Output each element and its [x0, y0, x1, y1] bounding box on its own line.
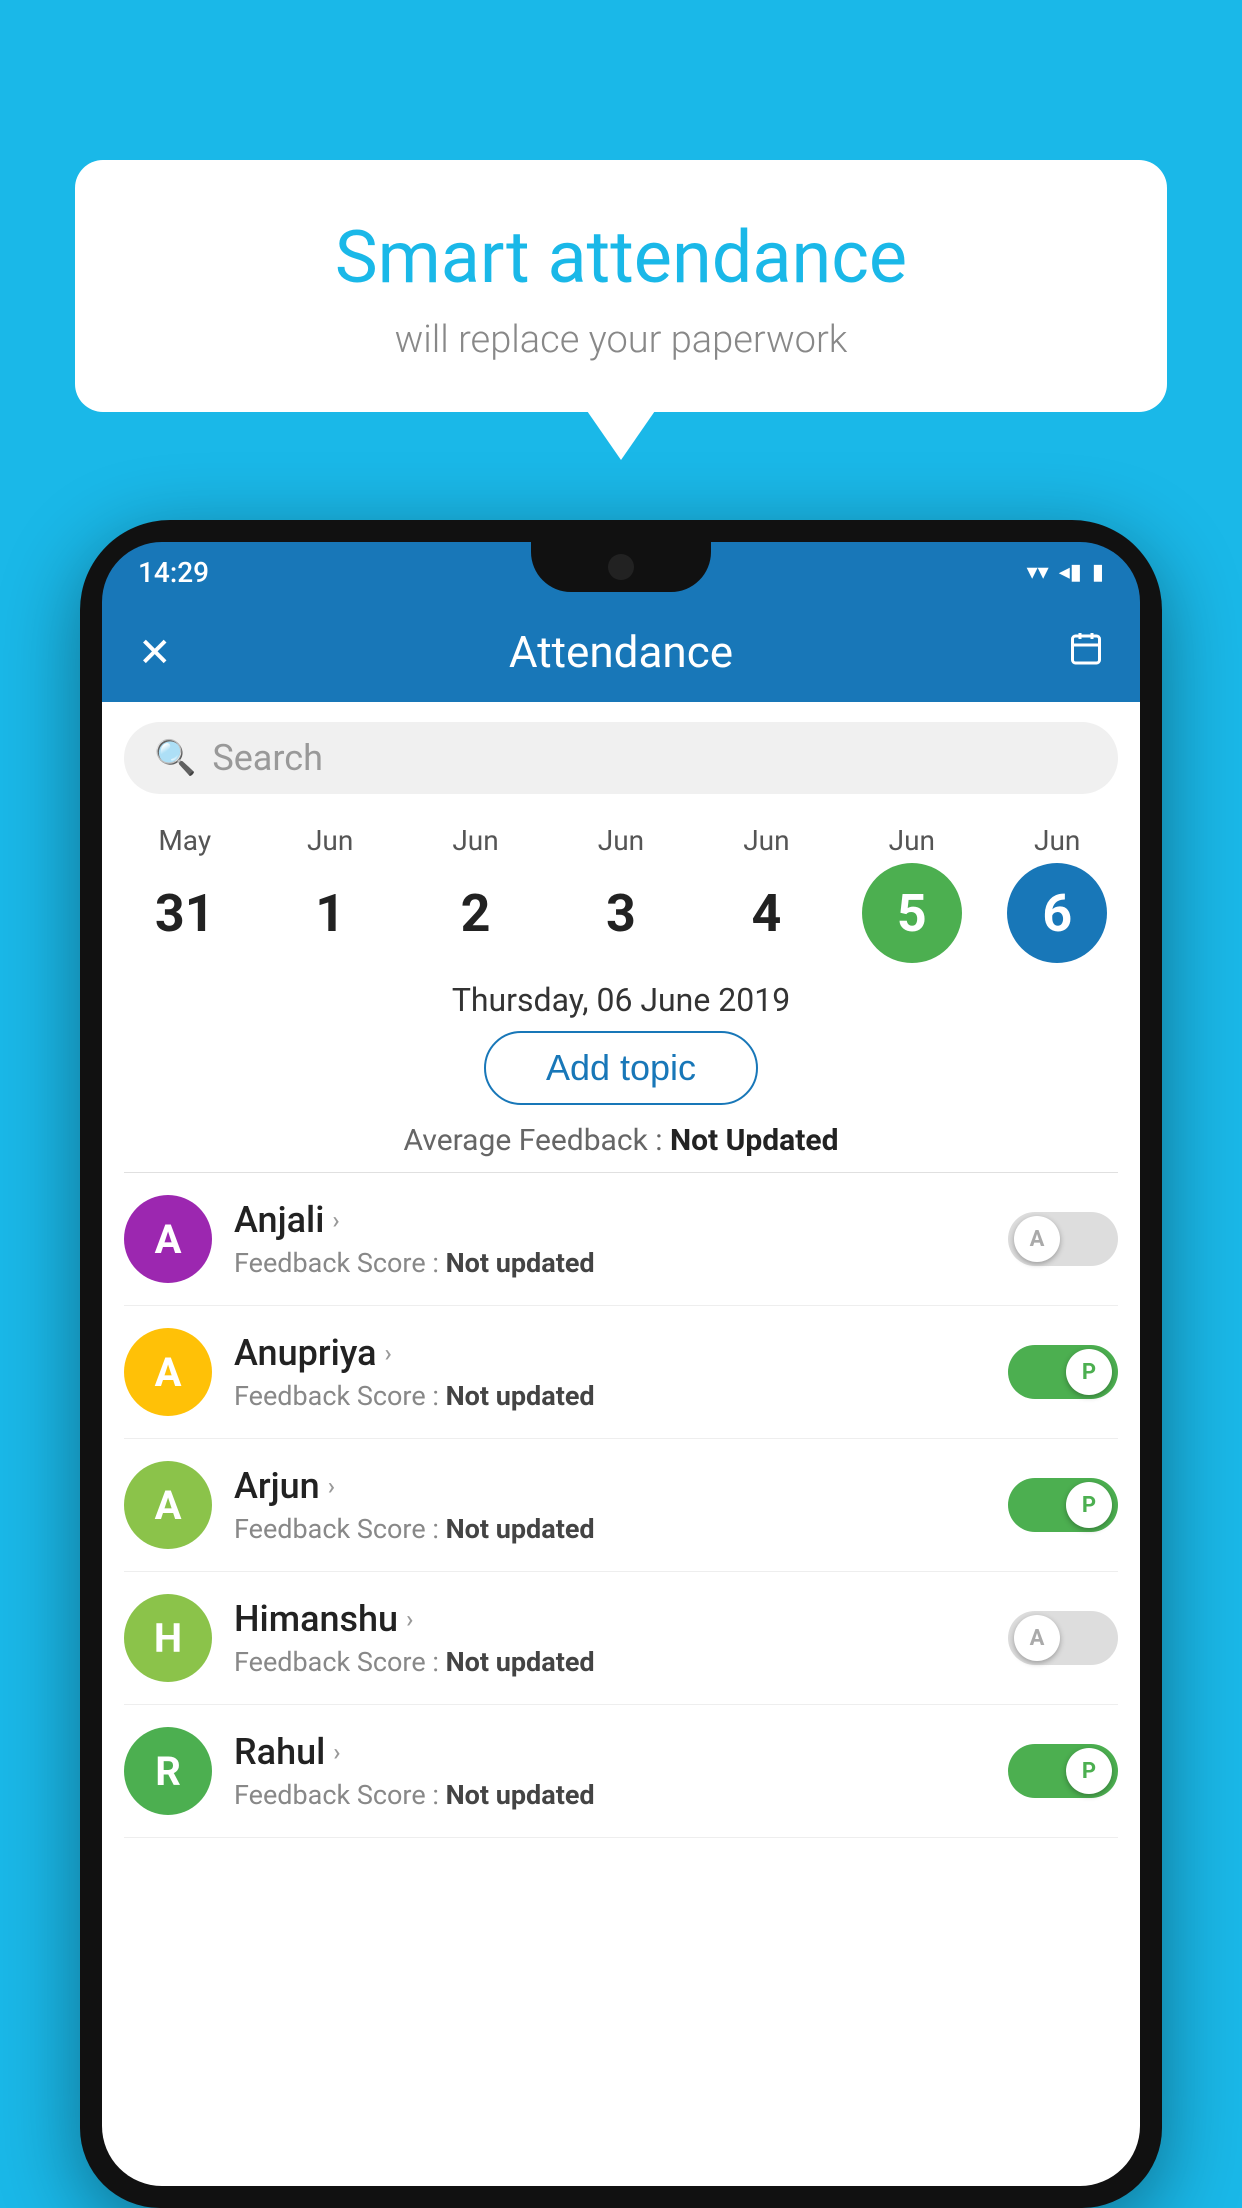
date-number[interactable]: 2	[426, 863, 526, 963]
chevron-icon: ›	[406, 1605, 413, 1633]
toggle-container[interactable]: A	[1008, 1212, 1118, 1266]
bubble-title: Smart attendance	[135, 215, 1107, 300]
toggle-container[interactable]: A	[1008, 1611, 1118, 1665]
toggle-knob: P	[1066, 1482, 1112, 1528]
avatar: H	[124, 1594, 212, 1682]
student-feedback: Feedback Score : Not updated	[234, 1779, 986, 1811]
date-number[interactable]: 6	[1007, 863, 1107, 963]
toggle-knob: P	[1066, 1349, 1112, 1395]
student-name[interactable]: Anjali ›	[234, 1199, 986, 1241]
toggle-knob: A	[1014, 1216, 1060, 1262]
date-number[interactable]: 3	[571, 863, 671, 963]
attendance-toggle[interactable]: P	[1008, 1345, 1118, 1399]
phone-frame: 14:29 ▾▾ ◂▮ ▮ ✕ Attendance 🔍 Searc	[80, 520, 1162, 2208]
chevron-icon: ›	[385, 1339, 392, 1367]
search-bar[interactable]: 🔍 Search	[124, 722, 1118, 794]
chevron-icon: ›	[333, 1738, 340, 1766]
avatar: A	[124, 1328, 212, 1416]
add-topic-button[interactable]: Add topic	[484, 1031, 758, 1105]
date-month: May	[158, 824, 211, 857]
date-month: Jun	[598, 824, 644, 857]
student-item-anjali[interactable]: A Anjali › Feedback Score : Not updated A	[124, 1173, 1118, 1306]
toggle-container[interactable]: P	[1008, 1744, 1118, 1798]
calendar-icon[interactable]	[1068, 630, 1104, 675]
student-info: Arjun › Feedback Score : Not updated	[234, 1465, 986, 1545]
student-info: Anupriya › Feedback Score : Not updated	[234, 1332, 986, 1412]
feedback-prefix: Average Feedback :	[404, 1123, 670, 1158]
student-name[interactable]: Anupriya ›	[234, 1332, 986, 1374]
close-button[interactable]: ✕	[138, 629, 172, 676]
date-col-31[interactable]: May 31	[125, 824, 245, 963]
date-row: May 31 Jun 1 Jun 2 Jun 3 Jun 4 Jun 5 Jun 6	[102, 814, 1140, 963]
student-feedback: Feedback Score : Not updated	[234, 1513, 986, 1545]
student-list: AAnjali ›Feedback Score : Not updatedAAA…	[102, 1173, 1140, 1838]
bubble-subtitle: will replace your paperwork	[135, 318, 1107, 362]
date-col-4[interactable]: Jun 4	[706, 824, 826, 963]
date-number[interactable]: 4	[716, 863, 816, 963]
attendance-toggle[interactable]: A	[1008, 1212, 1118, 1266]
toggle-container[interactable]: P	[1008, 1478, 1118, 1532]
camera	[608, 554, 634, 580]
student-name[interactable]: Himanshu ›	[234, 1598, 986, 1640]
page-title: Attendance	[509, 626, 733, 678]
avatar: R	[124, 1727, 212, 1815]
student-item-anupriya[interactable]: A Anupriya › Feedback Score : Not updated P	[124, 1306, 1118, 1439]
student-info: Rahul › Feedback Score : Not updated	[234, 1731, 986, 1811]
toggle-knob: A	[1014, 1615, 1060, 1661]
phone-notch	[531, 542, 711, 592]
attendance-toggle[interactable]: P	[1008, 1478, 1118, 1532]
date-col-5[interactable]: Jun 5	[852, 824, 972, 963]
date-number[interactable]: 1	[280, 863, 380, 963]
status-time: 14:29	[138, 556, 209, 589]
selected-date-label: Thursday, 06 June 2019	[102, 981, 1140, 1019]
feedback-summary: Average Feedback : Not Updated	[102, 1123, 1140, 1158]
chevron-icon: ›	[332, 1206, 339, 1234]
student-info: Anjali › Feedback Score : Not updated	[234, 1199, 986, 1279]
date-number[interactable]: 31	[135, 863, 235, 963]
student-feedback: Feedback Score : Not updated	[234, 1646, 986, 1678]
attendance-toggle[interactable]: P	[1008, 1744, 1118, 1798]
phone-screen: ✕ Attendance 🔍 Search May31Jun1Jun2Jun3J…	[102, 602, 1140, 2186]
date-month: Jun	[452, 824, 498, 857]
date-col-3[interactable]: Jun 3	[561, 824, 681, 963]
speech-bubble: Smart attendance will replace your paper…	[75, 160, 1167, 412]
status-icons: ▾▾ ◂▮ ▮	[1027, 560, 1104, 585]
app-header: ✕ Attendance	[102, 602, 1140, 702]
student-feedback: Feedback Score : Not updated	[234, 1380, 986, 1412]
search-icon: 🔍	[154, 738, 196, 778]
signal-icon: ◂▮	[1059, 560, 1082, 585]
student-info: Himanshu › Feedback Score : Not updated	[234, 1598, 986, 1678]
date-month: Jun	[743, 824, 789, 857]
date-month: Jun	[1034, 824, 1080, 857]
search-input[interactable]: Search	[212, 737, 323, 779]
date-number[interactable]: 5	[862, 863, 962, 963]
student-name[interactable]: Rahul ›	[234, 1731, 986, 1773]
student-feedback: Feedback Score : Not updated	[234, 1247, 986, 1279]
chevron-icon: ›	[328, 1472, 335, 1500]
date-col-1[interactable]: Jun 1	[270, 824, 390, 963]
toggle-container[interactable]: P	[1008, 1345, 1118, 1399]
battery-icon: ▮	[1092, 560, 1104, 585]
avatar: A	[124, 1461, 212, 1549]
student-item-himanshu[interactable]: H Himanshu › Feedback Score : Not updated A	[124, 1572, 1118, 1705]
wifi-icon: ▾▾	[1027, 560, 1049, 585]
student-item-rahul[interactable]: R Rahul › Feedback Score : Not updated P	[124, 1705, 1118, 1838]
date-month: Jun	[307, 824, 353, 857]
date-col-2[interactable]: Jun 2	[416, 824, 536, 963]
toggle-knob: P	[1066, 1748, 1112, 1794]
student-item-arjun[interactable]: A Arjun › Feedback Score : Not updated P	[124, 1439, 1118, 1572]
feedback-value: Not Updated	[670, 1123, 839, 1158]
student-name[interactable]: Arjun ›	[234, 1465, 986, 1507]
date-col-6[interactable]: Jun 6	[997, 824, 1117, 963]
avatar: A	[124, 1195, 212, 1283]
attendance-toggle[interactable]: A	[1008, 1611, 1118, 1665]
date-month: Jun	[889, 824, 935, 857]
